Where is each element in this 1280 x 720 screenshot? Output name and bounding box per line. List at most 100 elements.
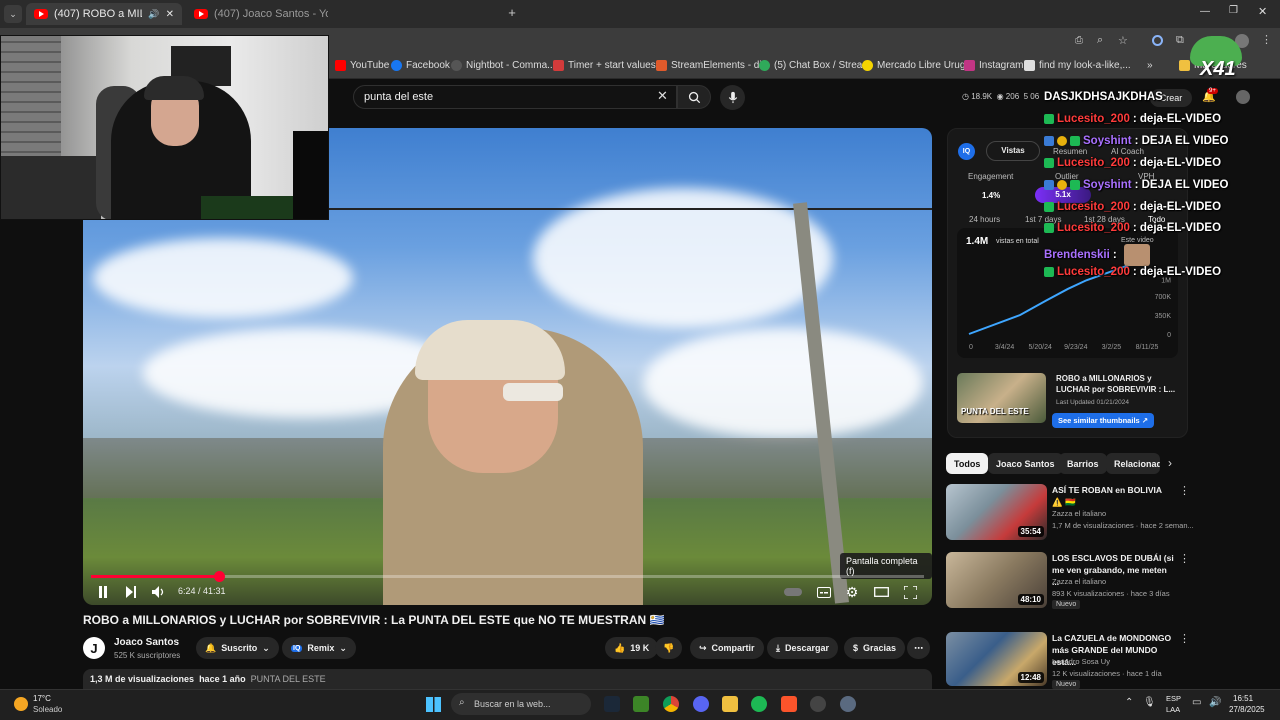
thanks-button[interactable]: $ Gracias <box>844 637 906 659</box>
new-tab-button[interactable]: + <box>504 5 520 21</box>
search-button[interactable] <box>677 85 711 109</box>
clock-date[interactable]: 27/8/2025 <box>1229 705 1265 714</box>
download-button[interactable]: ⤓ Descargar <box>767 637 839 659</box>
close-tab-icon[interactable]: ✕ <box>166 9 174 20</box>
extension-icon[interactable] <box>1152 35 1163 46</box>
more-actions-button[interactable]: ⋯ <box>907 637 930 659</box>
tray-mic-icon[interactable]: 🎙 <box>1143 697 1156 708</box>
bookmark-chatbox[interactable]: (5) Chat Box / Strea... <box>759 60 871 71</box>
bookmark-facebook[interactable]: Facebook <box>391 60 450 71</box>
progress-scrubber[interactable] <box>214 571 225 582</box>
y-tick-label: 0 <box>1167 332 1171 339</box>
discord-icon[interactable] <box>693 696 709 712</box>
subtitles-button[interactable] <box>816 584 832 600</box>
tray-chevron-icon[interactable]: ⌃ <box>1125 697 1133 708</box>
similar-thumbnails-button[interactable]: See similar thumbnails ↗ <box>1052 413 1155 428</box>
range-24h[interactable]: 24 hours <box>969 215 1000 224</box>
bookmark-star-icon[interactable]: ☆ <box>1118 34 1128 47</box>
channel-avatar[interactable]: J <box>83 637 105 659</box>
chip-barrios[interactable]: Barrios <box>1059 453 1107 474</box>
autoplay-toggle[interactable] <box>783 584 803 600</box>
app-icon[interactable] <box>840 696 856 712</box>
tab-inactive[interactable]: (407) Joaco Santos - YouTube <box>186 3 336 25</box>
bookmark-youtube[interactable]: YouTube <box>335 60 389 71</box>
theater-mode-button[interactable] <box>872 584 890 600</box>
network-icon[interactable]: ▭ <box>1192 697 1201 708</box>
bookmark-lookalike[interactable]: find my look-a-like,... <box>1024 60 1131 71</box>
pause-button[interactable] <box>95 584 111 600</box>
file-explorer-icon[interactable] <box>722 696 738 712</box>
bookmark-mercadolibre[interactable]: Mercado Libre Urug... <box>862 60 974 71</box>
desk-mat <box>201 196 296 219</box>
related-thumbnail[interactable]: 48:10 <box>946 552 1047 608</box>
tab-views[interactable]: Vistas <box>986 141 1040 161</box>
share-button[interactable]: ↪ Compartir <box>690 637 764 659</box>
chips-next-icon[interactable]: › <box>1168 456 1172 470</box>
close-window-icon[interactable]: ✕ <box>1258 5 1267 18</box>
settings-button[interactable]: ⚙ <box>844 584 860 600</box>
channel-name[interactable]: Joaco Santos <box>114 637 179 648</box>
tab-views-label: Vistas <box>1001 146 1025 155</box>
notification-badge: 9+ <box>1207 88 1218 94</box>
restore-icon[interactable]: ❐ <box>1229 5 1238 16</box>
related-title[interactable]: ASÍ TE ROBAN en BOLIVIA ⚠️ 🇧🇴 <box>1052 484 1174 508</box>
tab-search-button[interactable]: ⌄ <box>4 5 22 23</box>
chevron-down-icon: ⌄ <box>339 642 347 653</box>
related-more-icon[interactable]: ⋮ <box>1179 484 1190 497</box>
clear-search-icon[interactable]: ✕ <box>657 88 668 104</box>
widget-thumbnail[interactable]: PUNTA DEL ESTE <box>957 373 1046 423</box>
steam-icon[interactable] <box>604 696 620 712</box>
bookmark-timer[interactable]: Timer + start values... <box>553 60 664 71</box>
menu-dots-icon[interactable]: ⋮ <box>1261 33 1272 46</box>
spotify-icon[interactable] <box>751 696 767 712</box>
windows-start-icon[interactable] <box>426 697 441 712</box>
chip-all[interactable]: Todos <box>946 453 989 474</box>
install-icon[interactable]: ⎙ <box>1075 35 1083 46</box>
chat-text: : deja-EL-VIDEO <box>1132 112 1222 125</box>
fullscreen-button[interactable] <box>901 584 919 600</box>
bookmark-instagram[interactable]: Instagram <box>964 60 1023 71</box>
keyboard-layout[interactable]: LAA <box>1166 705 1180 714</box>
tab-active[interactable]: (407) ROBO a MILLONARIO 🔊 ✕ <box>26 3 182 25</box>
related-more-icon[interactable]: ⋮ <box>1179 632 1190 645</box>
streamer-cap <box>144 76 204 100</box>
clock-time[interactable]: 16:51 <box>1233 694 1253 703</box>
thumbs-down-icon: 👎 <box>663 642 675 653</box>
related-thumbnail[interactable]: 35:54 <box>946 484 1047 540</box>
sun-icon[interactable] <box>14 697 28 711</box>
chat-badge-icon <box>1070 179 1080 190</box>
brave-icon[interactable] <box>781 696 797 712</box>
volume-button[interactable] <box>151 584 167 600</box>
voice-search-button[interactable] <box>720 85 745 110</box>
volume-tray-icon[interactable]: 🔊 <box>1209 697 1221 708</box>
description-bar[interactable]: 1,3 M de visualizaciones hace 1 año PUNT… <box>83 669 932 689</box>
chip-related[interactable]: Relacionad <box>1106 453 1160 474</box>
tab-summary[interactable]: Resumen <box>1053 147 1087 156</box>
tab-active-label: (407) ROBO a MILLONARIO <box>54 8 142 20</box>
taskbar-search[interactable]: Buscar en la web... <box>451 693 591 715</box>
language-code[interactable]: ESP <box>1166 694 1181 703</box>
dislike-button[interactable]: 👎 <box>655 637 683 659</box>
zoom-icon[interactable]: ⌕ <box>1097 34 1103 47</box>
bookmark-nightbot[interactable]: Nightbot - Comma... <box>451 60 555 71</box>
minimize-icon[interactable]: — <box>1200 6 1210 17</box>
related-more-icon[interactable]: ⋮ <box>1179 552 1190 565</box>
time-display: 6:24 / 41:31 <box>178 586 226 596</box>
remix-button[interactable]: IQ Remix ⌄ <box>282 637 356 659</box>
like-button[interactable]: 👍 19 K <box>605 637 659 659</box>
account-avatar[interactable] <box>1236 90 1250 104</box>
obs-icon[interactable] <box>810 696 826 712</box>
chip-joaco-santos[interactable]: Joaco Santos <box>988 453 1063 474</box>
chrome-icon[interactable] <box>663 696 679 712</box>
related-thumbnail[interactable]: 12:48 <box>946 632 1047 686</box>
chat-username: Lucesito_200 <box>1057 200 1130 213</box>
tab-ai-coach[interactable]: AI Coach <box>1111 147 1144 156</box>
bed <box>1 156 101 219</box>
next-button[interactable] <box>123 584 139 600</box>
subscribed-button[interactable]: 🔔 Suscrito ⌄ <box>196 637 279 659</box>
minecraft-icon[interactable] <box>633 696 649 712</box>
bookmark-streamelements[interactable]: StreamElements - di... <box>656 60 770 71</box>
more-bookmarks-icon[interactable]: » <box>1147 60 1153 71</box>
search-input[interactable]: punta del este <box>353 85 677 109</box>
streamelements-icon <box>656 60 667 71</box>
